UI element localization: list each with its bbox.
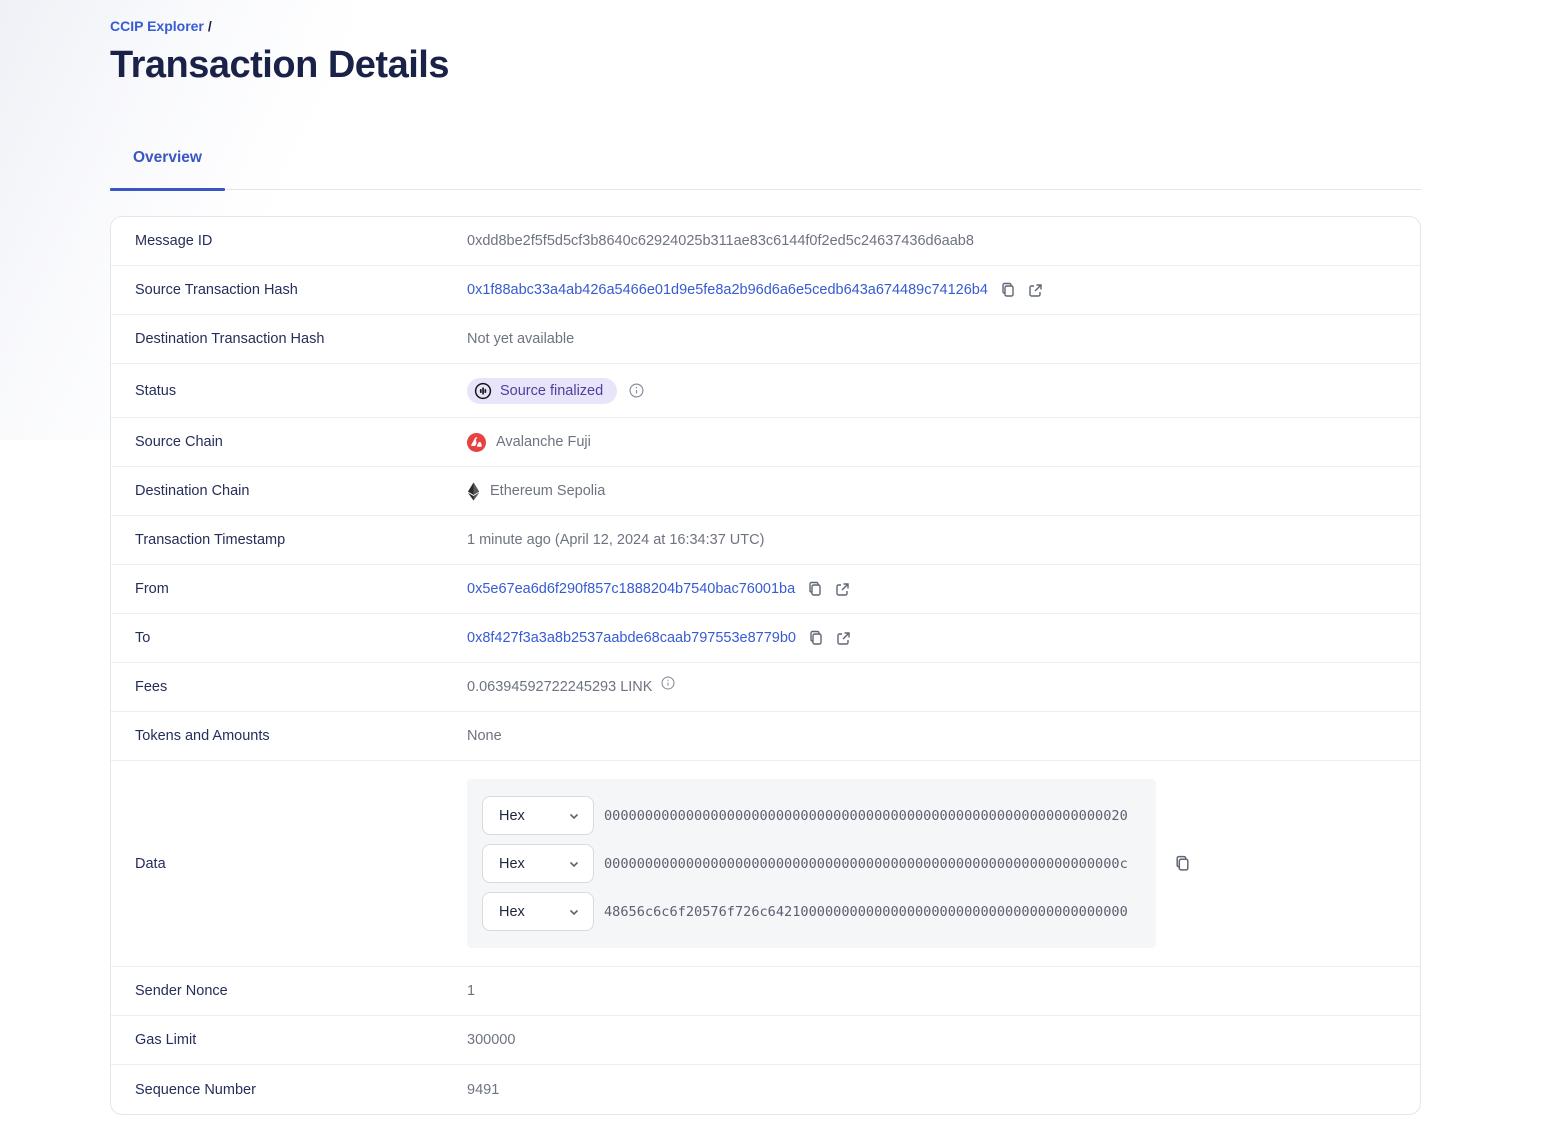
gas-limit-value: 300000: [467, 1032, 516, 1048]
table-row-timestamp: Transaction Timestamp 1 minute ago (Apri…: [111, 516, 1420, 565]
source-tx-hash-link[interactable]: 0x1f88abc33a4ab426a5466e01d9e5fe8a2b96d6…: [467, 282, 988, 298]
breadcrumb-ccip-explorer-link[interactable]: CCIP Explorer: [110, 18, 204, 34]
message-id-label: Message ID: [135, 233, 213, 249]
table-row-source-chain: Source Chain Avalanche Fuji: [111, 418, 1420, 467]
source-chain-label: Source Chain: [135, 434, 223, 450]
info-icon[interactable]: [661, 676, 675, 690]
table-row-sequence-number: Sequence Number 9491: [111, 1065, 1420, 1114]
hex-encoding-select[interactable]: Hex: [482, 796, 594, 835]
table-row-tokens: Tokens and Amounts None: [111, 712, 1420, 761]
external-link-icon[interactable]: [1028, 283, 1043, 298]
message-id-value: 0xdd8be2f5f5d5cf3b8640c62924025b311ae83c…: [467, 233, 974, 249]
hex-encoding-select[interactable]: Hex: [482, 844, 594, 883]
dest-chain-name: Ethereum Sepolia: [490, 483, 606, 499]
fees-label: Fees: [135, 679, 168, 695]
fees-value: 0.06394592722245293 LINK: [467, 679, 653, 695]
table-row-fees: Fees 0.06394592722245293 LINK: [111, 663, 1420, 712]
copy-icon[interactable]: [1174, 855, 1191, 872]
data-label: Data: [135, 855, 166, 872]
status-progress-icon: [474, 382, 492, 400]
page-container: CCIP Explorer / Transaction Details Overv…: [110, 0, 1421, 1115]
data-hex-line: 0000000000000000000000000000000000000000…: [604, 855, 1128, 872]
hex-select-value: Hex: [499, 807, 525, 824]
table-row-status: Status Source finalized: [111, 364, 1420, 418]
table-row-gas-limit: Gas Limit 300000: [111, 1016, 1420, 1065]
copy-icon[interactable]: [1000, 282, 1016, 298]
table-row-data: Data Hex 0000000000000000000000000000000…: [111, 761, 1420, 967]
table-row-dest-tx-hash: Destination Transaction Hash Not yet ava…: [111, 315, 1420, 364]
from-address-link[interactable]: 0x5e67ea6d6f290f857c1888204b7540bac76001…: [467, 581, 795, 597]
dest-tx-hash-value: Not yet available: [467, 331, 575, 347]
tab-bar: Overview: [110, 139, 1421, 191]
data-line: Hex 000000000000000000000000000000000000…: [482, 844, 1141, 883]
sender-nonce-value: 1: [467, 983, 476, 999]
hex-select-value: Hex: [499, 903, 525, 920]
table-row-to: To 0x8f427f3a3a8b2537aabde68caab797553e8…: [111, 614, 1420, 663]
copy-icon[interactable]: [808, 630, 824, 646]
external-link-icon[interactable]: [836, 631, 851, 646]
tab-overview[interactable]: Overview: [110, 139, 225, 191]
chevron-down-icon: [568, 858, 580, 870]
copy-icon[interactable]: [807, 581, 823, 597]
avalanche-icon: [467, 432, 486, 452]
chevron-down-icon: [568, 906, 580, 918]
from-label: From: [135, 581, 169, 597]
timestamp-value: 1 minute ago (April 12, 2024 at 16:34:37…: [467, 532, 765, 548]
data-line: Hex 000000000000000000000000000000000000…: [482, 796, 1141, 835]
source-chain-name: Avalanche Fuji: [496, 434, 591, 450]
hex-select-value: Hex: [499, 855, 525, 872]
info-icon[interactable]: [629, 383, 644, 398]
timestamp-label: Transaction Timestamp: [135, 532, 286, 548]
to-label: To: [135, 630, 151, 646]
chevron-down-icon: [568, 810, 580, 822]
breadcrumb-separator: /: [207, 18, 212, 34]
table-row-from: From 0x5e67ea6d6f290f857c1888204b7540bac…: [111, 565, 1420, 614]
status-badge: Source finalized: [467, 377, 618, 404]
data-hex-line: 0000000000000000000000000000000000000000…: [604, 807, 1128, 824]
external-link-icon[interactable]: [835, 582, 850, 597]
page-title: Transaction Details: [110, 44, 449, 86]
dest-tx-hash-label: Destination Transaction Hash: [135, 331, 325, 347]
data-line: Hex 48656c6c6f20576f726c6421000000000000…: [482, 892, 1141, 931]
status-label: Status: [135, 382, 177, 399]
dest-chain-label: Destination Chain: [135, 483, 250, 499]
tokens-value: None: [467, 728, 502, 744]
hex-encoding-select[interactable]: Hex: [482, 892, 594, 931]
to-address-link[interactable]: 0x8f427f3a3a8b2537aabde68caab797553e8779…: [467, 630, 796, 646]
ethereum-icon: [467, 482, 480, 501]
table-row-sender-nonce: Sender Nonce 1: [111, 967, 1420, 1016]
sequence-number-label: Sequence Number: [135, 1081, 256, 1098]
sequence-number-value: 9491: [467, 1081, 500, 1098]
table-row-source-tx-hash: Source Transaction Hash 0x1f88abc33a4ab4…: [111, 266, 1420, 315]
data-hex-panel: Hex 000000000000000000000000000000000000…: [467, 779, 1156, 948]
sender-nonce-label: Sender Nonce: [135, 983, 228, 999]
status-badge-text: Source finalized: [500, 382, 604, 399]
tokens-label: Tokens and Amounts: [135, 728, 270, 744]
table-row-dest-chain: Destination Chain Ethereum Sepolia: [111, 467, 1420, 516]
source-tx-hash-label: Source Transaction Hash: [135, 282, 298, 298]
breadcrumb: CCIP Explorer /: [110, 0, 1421, 34]
transaction-details-card: Message ID 0xdd8be2f5f5d5cf3b8640c629240…: [110, 216, 1421, 1115]
data-hex-line: 48656c6c6f20576f726c64210000000000000000…: [604, 903, 1128, 920]
gas-limit-label: Gas Limit: [135, 1032, 197, 1048]
table-row-message-id: Message ID 0xdd8be2f5f5d5cf3b8640c629240…: [111, 217, 1420, 266]
